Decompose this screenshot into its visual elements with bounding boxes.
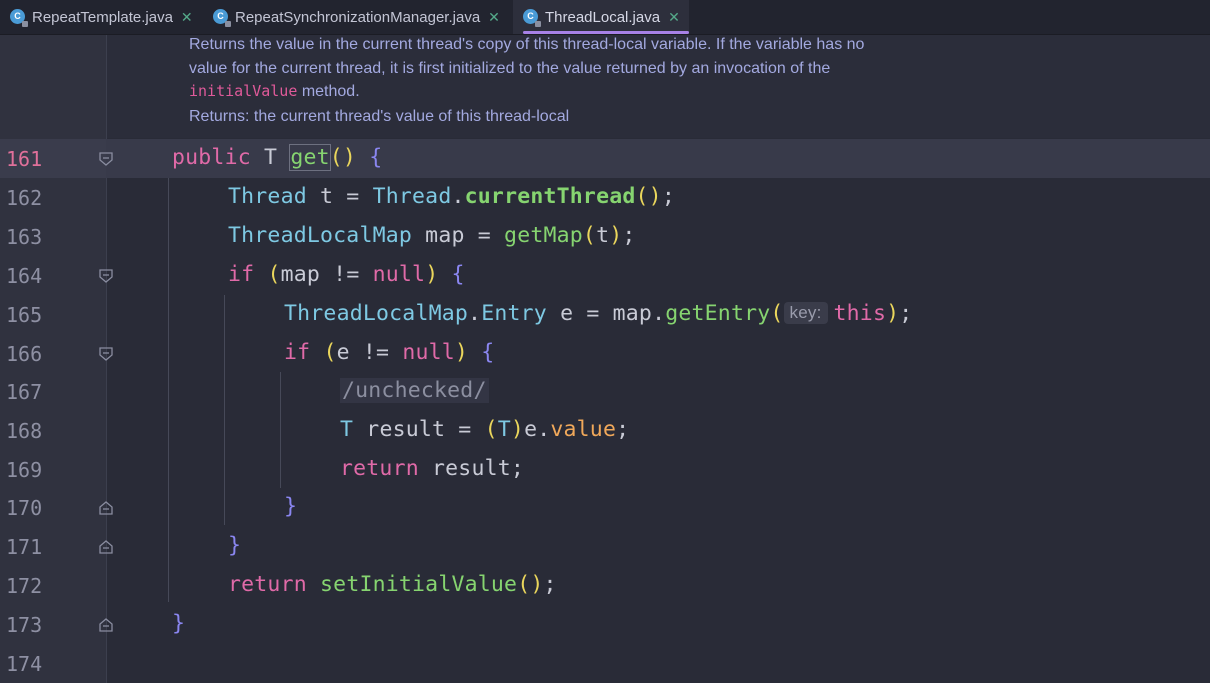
javadoc-description: Returns the value in the current thread'… — [189, 33, 949, 104]
code-text: public T get() { — [172, 144, 383, 171]
code-line[interactable]: 165 ThreadLocalMap.Entry e = map.getEntr… — [0, 295, 1210, 334]
code-line[interactable]: 163 ThreadLocalMap map = getMap(t); — [0, 217, 1210, 256]
java-class-icon: C — [213, 9, 231, 27]
javadoc-line: value for the current thread, it is firs… — [189, 59, 831, 77]
code-line[interactable]: 168 T result = (T)e.value; — [0, 411, 1210, 450]
javadoc-returns: Returns: the current thread's value of t… — [189, 108, 570, 125]
fold-collapse-icon[interactable] — [98, 151, 114, 167]
tab-repeat-template[interactable]: C RepeatTemplate.java ✕ — [10, 0, 206, 34]
code-text: } — [172, 611, 186, 636]
code-text: ThreadLocalMap map = getMap(t); — [228, 223, 636, 248]
code-text: return result; — [340, 456, 525, 481]
code-line[interactable]: 162 Thread t = Thread.currentThread(); — [0, 178, 1210, 217]
close-icon[interactable]: ✕ — [668, 9, 680, 26]
java-class-icon: C — [523, 9, 541, 27]
line-number: 163 — [6, 225, 43, 249]
javadoc-code-ref[interactable]: initialValue — [189, 82, 297, 100]
code-text: Thread t = Thread.currentThread(); — [228, 184, 675, 209]
code-line[interactable]: 172 return setInitialValue(); — [0, 566, 1210, 605]
code-line[interactable]: 167 /unchecked/ — [0, 372, 1210, 411]
code-text: if (map != null) { — [228, 262, 465, 287]
line-number: 169 — [6, 458, 43, 482]
code-text: return setInitialValue(); — [228, 572, 557, 597]
fold-end-icon[interactable] — [98, 617, 114, 633]
tab-label: RepeatSynchronizationManager.java — [235, 8, 481, 26]
code-line[interactable]: 173 } — [0, 605, 1210, 644]
fold-end-icon[interactable] — [98, 500, 114, 516]
fold-end-icon[interactable] — [98, 539, 114, 555]
code-line[interactable]: 166 if (e != null) { — [0, 334, 1210, 373]
code-line[interactable]: 164 if (map != null) { — [0, 256, 1210, 295]
editor-tab-bar: C RepeatTemplate.java ✕ C RepeatSynchron… — [0, 0, 1210, 35]
tab-thread-local[interactable]: C ThreadLocal.java ✕ — [513, 0, 689, 34]
fold-collapse-icon[interactable] — [98, 268, 114, 284]
line-number: 166 — [6, 342, 43, 366]
code-text: } — [228, 533, 242, 558]
code-line[interactable]: 174 — [0, 644, 1210, 683]
line-number: 173 — [6, 613, 43, 637]
javadoc-line: Returns the value in the current thread'… — [189, 36, 865, 53]
line-number: 172 — [6, 574, 43, 598]
java-class-icon: C — [10, 9, 28, 27]
fold-collapse-icon[interactable] — [98, 346, 114, 362]
code-line[interactable]: 170 } — [0, 488, 1210, 527]
close-icon[interactable]: ✕ — [181, 9, 193, 26]
line-number: 171 — [6, 535, 43, 559]
line-number: 167 — [6, 380, 43, 404]
line-number: 162 — [6, 186, 43, 210]
code-text: ThreadLocalMap.Entry e = map.getEntry(ke… — [284, 301, 913, 326]
tab-label: RepeatTemplate.java — [32, 8, 173, 26]
code-line[interactable]: 169 return result; — [0, 450, 1210, 489]
line-number: 168 — [6, 419, 43, 443]
code-text: /unchecked/ — [340, 378, 489, 403]
javadoc-line: initialValue method. — [189, 82, 360, 100]
line-number: 161 — [6, 147, 43, 171]
folded-comment[interactable]: /unchecked/ — [340, 378, 489, 403]
code-line[interactable]: 161 public T get() { — [0, 139, 1210, 178]
parameter-hint: key: — [783, 302, 828, 324]
line-number: 170 — [6, 496, 43, 520]
tab-repeat-synchronization-manager[interactable]: C RepeatSynchronizationManager.java ✕ — [213, 0, 511, 34]
line-number: 165 — [6, 303, 43, 327]
tab-label: ThreadLocal.java — [545, 8, 661, 26]
line-number: 164 — [6, 264, 43, 288]
code-text: if (e != null) { — [284, 340, 495, 365]
code-text: } — [284, 494, 298, 519]
close-icon[interactable]: ✕ — [488, 9, 500, 26]
code-text: T result = (T)e.value; — [340, 417, 630, 442]
code-line[interactable]: 171 } — [0, 527, 1210, 566]
line-number: 174 — [6, 652, 43, 676]
